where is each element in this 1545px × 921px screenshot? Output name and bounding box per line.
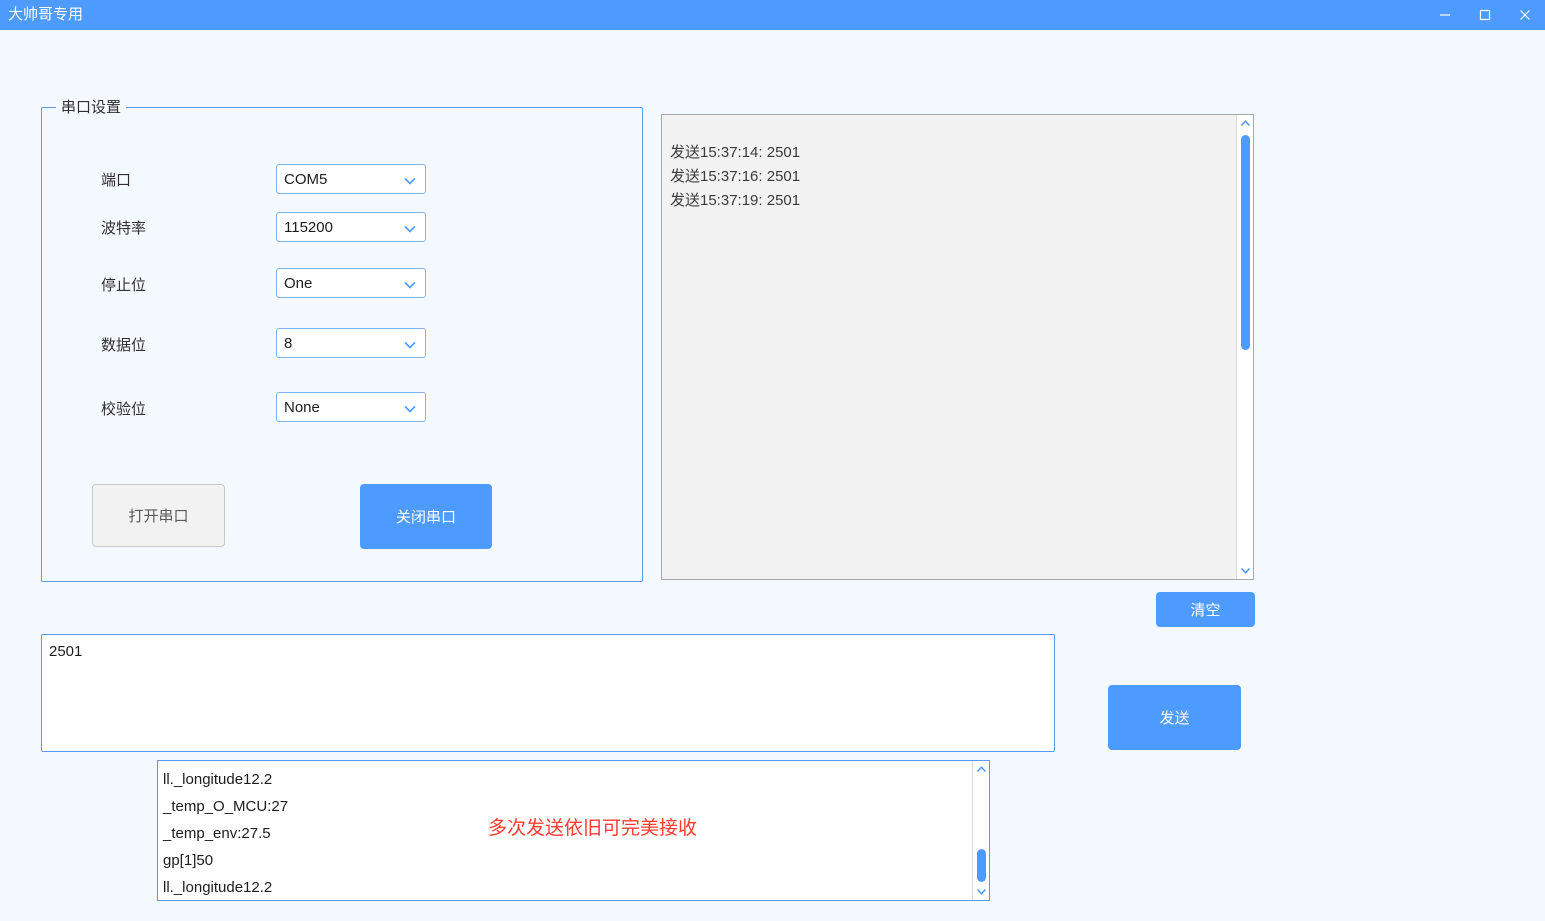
label-baudrate: 波特率: [101, 220, 147, 237]
list-item[interactable]: gp[1]50: [163, 847, 969, 874]
title-bar: 大帅哥专用: [0, 0, 1545, 30]
received-list-scrollbar[interactable]: [972, 761, 989, 900]
minimize-icon: [1438, 8, 1452, 22]
databits-combobox[interactable]: 8: [276, 328, 426, 358]
log-line: 发送15:37:14: 2501: [670, 144, 801, 161]
close-icon: [1518, 8, 1532, 22]
maximize-button[interactable]: [1465, 0, 1505, 30]
chevron-down-icon: [403, 222, 417, 234]
scroll-up-arrow-icon[interactable]: [973, 761, 989, 778]
chevron-down-icon: [403, 278, 417, 290]
parity-combobox[interactable]: None: [276, 392, 426, 422]
annotation-text: 多次发送依旧可完美接收: [488, 818, 698, 839]
stopbits-combobox[interactable]: One: [276, 268, 426, 298]
receive-log-box[interactable]: 发送15:37:14: 2501 发送15:37:16: 2501 发送15:3…: [661, 114, 1254, 580]
chevron-down-icon: [403, 338, 417, 350]
serial-settings-legend: 串口设置: [56, 96, 127, 117]
scroll-down-arrow-icon[interactable]: [973, 883, 989, 900]
send-button[interactable]: 发送: [1108, 685, 1241, 750]
close-serial-button[interactable]: 关闭串口: [360, 484, 492, 549]
scroll-thumb[interactable]: [977, 849, 986, 882]
scroll-down-arrow-icon[interactable]: [1237, 562, 1254, 579]
serial-settings-group: 串口设置 端口 COM5 波特率 115200 停止位 One 数据位 8 校验…: [41, 96, 643, 582]
label-stopbits: 停止位: [101, 277, 147, 294]
label-databits: 数据位: [101, 337, 147, 354]
scroll-up-arrow-icon[interactable]: [1237, 115, 1254, 132]
baudrate-combobox[interactable]: 115200: [276, 212, 426, 242]
chevron-down-icon: [403, 402, 417, 414]
port-combobox[interactable]: COM5: [276, 164, 426, 194]
close-button[interactable]: [1505, 0, 1545, 30]
stopbits-value: One: [284, 275, 313, 292]
app-title: 大帅哥专用: [8, 6, 84, 23]
send-input[interactable]: 2501: [41, 634, 1055, 752]
receive-log-scrollbar[interactable]: [1236, 115, 1253, 579]
clear-log-button[interactable]: 清空: [1156, 592, 1255, 627]
baudrate-value: 115200: [284, 219, 333, 236]
label-parity: 校验位: [101, 401, 147, 418]
receive-log-lines: 发送15:37:14: 2501 发送15:37:16: 2501 发送15:3…: [670, 141, 1231, 213]
log-line: 发送15:37:19: 2501: [670, 192, 801, 209]
maximize-icon: [1478, 8, 1492, 22]
list-item[interactable]: ll._longitude12.2: [163, 874, 969, 900]
databits-value: 8: [284, 335, 293, 352]
parity-value: None: [284, 399, 320, 416]
scroll-thumb[interactable]: [1241, 135, 1250, 350]
label-port: 端口: [101, 172, 132, 189]
list-item[interactable]: ll._longitude12.2: [163, 766, 969, 793]
minimize-button[interactable]: [1425, 0, 1465, 30]
app-window: 大帅哥专用 串口设置 端口 COM5 波特率 115200 停止位 One 数据…: [0, 0, 1545, 921]
log-line: 发送15:37:16: 2501: [670, 168, 801, 185]
open-serial-button[interactable]: 打开串口: [92, 484, 225, 547]
window-controls: [1425, 0, 1545, 30]
chevron-down-icon: [403, 174, 417, 186]
port-value: COM5: [284, 171, 328, 188]
send-input-value: 2501: [49, 643, 83, 660]
